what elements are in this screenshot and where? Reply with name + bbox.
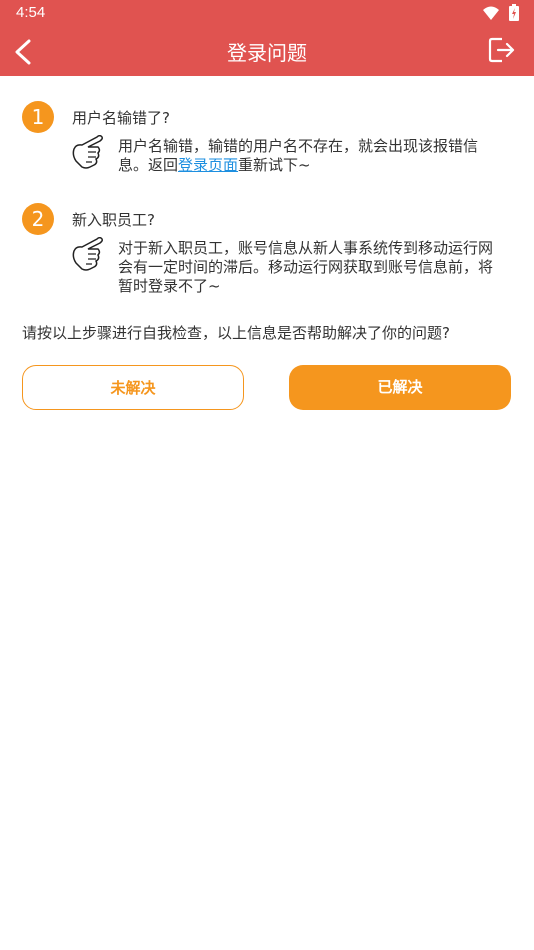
faq-item-2: 2 新入职员工? 对于新入职员工，账号信息从新人事系统传到移动运行网 会有一定时… xyxy=(22,203,522,303)
login-page-link[interactable]: 登录页面 xyxy=(178,156,238,174)
pointing-hand-icon xyxy=(72,237,104,271)
faq-question: 新入职员工? xyxy=(72,211,155,229)
page-title: 登录问题 xyxy=(227,41,307,65)
faq-question: 用户名输错了? xyxy=(72,109,170,127)
answer-text: 息。返回 xyxy=(118,156,179,174)
status-time: 4:54 xyxy=(16,4,46,21)
battery-icon xyxy=(509,4,519,21)
answer-text: 重新试下~ xyxy=(238,156,311,174)
faq-answer: 用户名输错，输错的用户名不存在，就会出现该报错信 息。返回登录页面重新试下~ xyxy=(118,137,510,175)
answer-line: 用户名输错，输错的用户名不存在，就会出现该报错信 xyxy=(118,137,479,155)
pointing-hand-icon xyxy=(72,135,104,169)
resolved-button[interactable]: 已解决 xyxy=(289,365,511,410)
status-bar: 4:54 xyxy=(0,0,534,26)
faq-item-1: 1 用户名输错了? 用户名输错，输错的用户名不存在，就会出现该报错信 息。返回登… xyxy=(22,101,522,181)
unresolved-button[interactable]: 未解决 xyxy=(22,365,244,410)
step-number-badge: 1 xyxy=(22,101,54,133)
answer-line: 对于新入职员工，账号信息从新人事系统传到移动运行网 xyxy=(118,239,494,257)
answer-line: 息。返回登录页面重新试下~ xyxy=(118,156,510,175)
step-number-badge: 2 xyxy=(22,203,54,235)
title-bar: 登录问题 xyxy=(0,26,534,76)
answer-line: 暂时登录不了~ xyxy=(118,277,221,295)
faq-answer: 对于新入职员工，账号信息从新人事系统传到移动运行网 会有一定时间的滞后。移动运行… xyxy=(118,239,510,296)
wifi-icon xyxy=(483,6,499,20)
exit-icon[interactable] xyxy=(486,35,516,65)
answer-line: 会有一定时间的滞后。移动运行网获取到账号信息前，将 xyxy=(118,258,494,276)
self-check-prompt: 请按以上步骤进行自我检查，以上信息是否帮助解决了你的问题? xyxy=(22,324,450,342)
